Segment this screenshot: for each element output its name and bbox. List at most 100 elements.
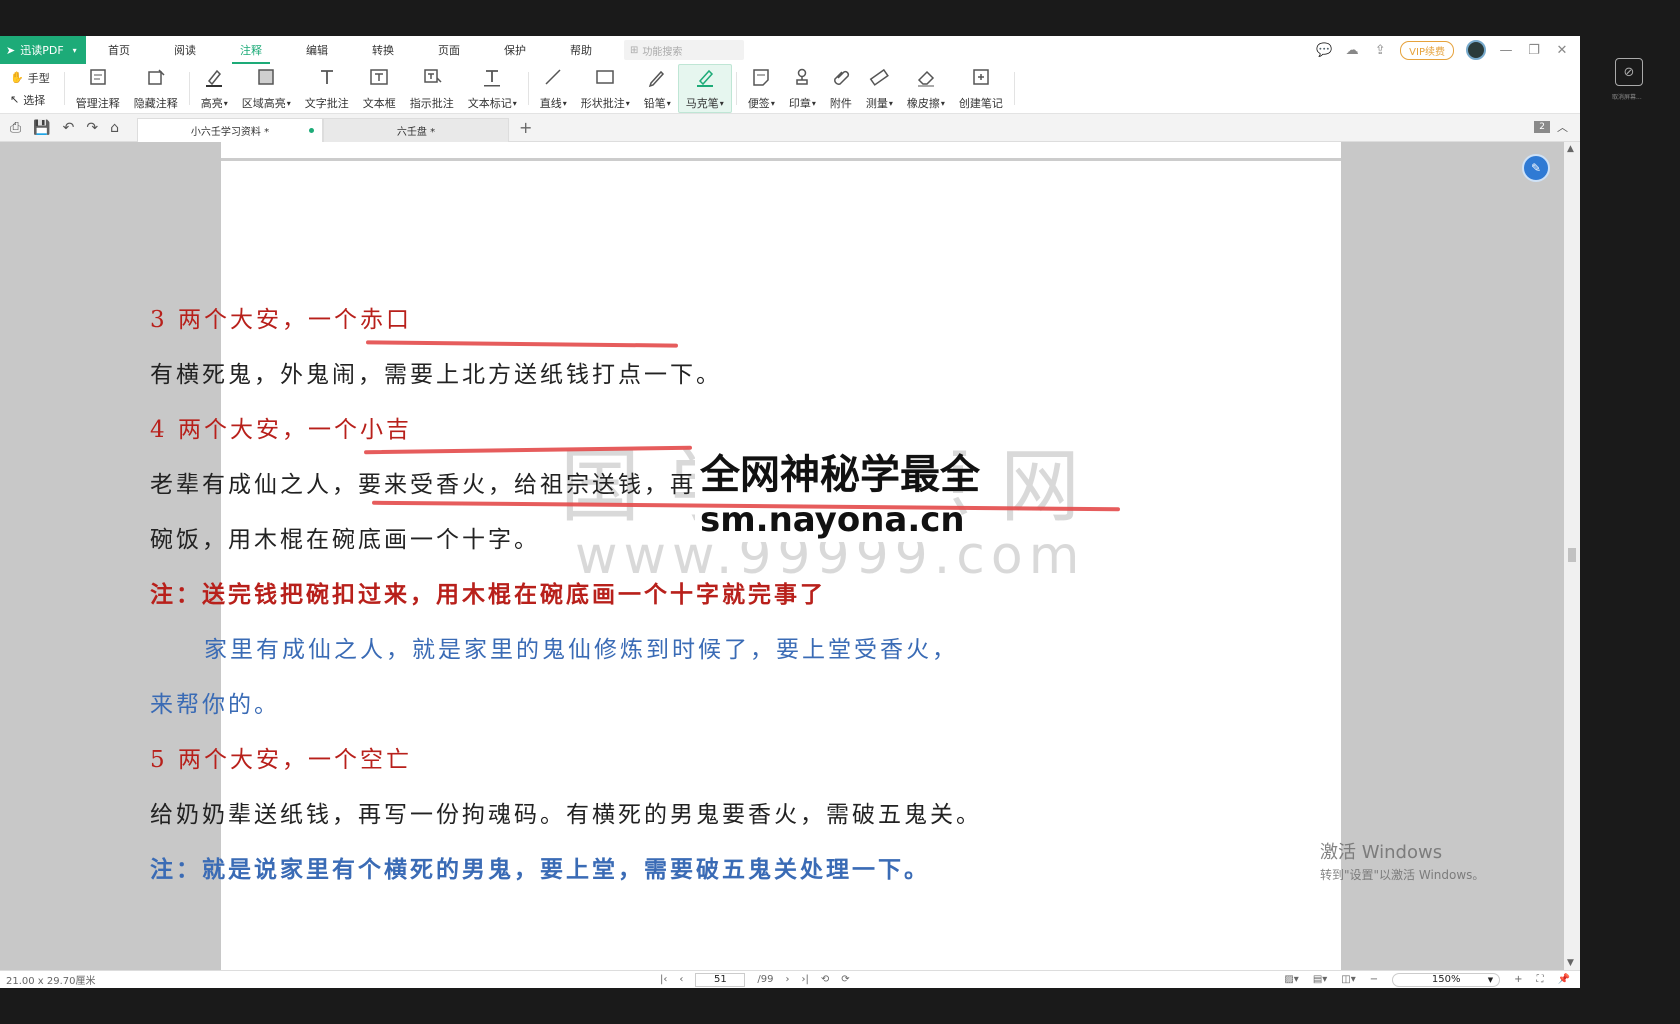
- share-icon[interactable]: ⇪: [1372, 42, 1388, 58]
- app-menu-button[interactable]: ➤ 迅读PDF ▾: [0, 36, 86, 64]
- prev-page-icon[interactable]: ‹: [679, 974, 683, 985]
- screen-capture-icon[interactable]: ⊘: [1615, 58, 1643, 86]
- first-page-icon[interactable]: |‹: [660, 974, 667, 985]
- chevron-up-icon[interactable]: ︿: [1557, 119, 1568, 135]
- tool-pencil-button[interactable]: 铅笔 ▾: [637, 64, 678, 113]
- tool-eraser-button[interactable]: 橡皮擦 ▾: [900, 64, 952, 113]
- tool-callout-button[interactable]: 指示批注: [403, 64, 461, 113]
- tool-label-wrap: 铅笔 ▾: [644, 95, 671, 111]
- doc-line-11: 注：就是说家里有个横死的男鬼，要上堂，需要破五鬼关处理一下。: [150, 856, 930, 883]
- menu-protect[interactable]: 保护: [482, 36, 548, 64]
- print-icon[interactable]: ⎙: [10, 120, 21, 136]
- tool-label: 隐藏注释: [133, 97, 178, 110]
- menu-page[interactable]: 页面: [416, 36, 482, 64]
- restore-icon[interactable]: ❐: [1526, 42, 1542, 58]
- menu-convert[interactable]: 转换: [350, 36, 416, 64]
- background-color-icon[interactable]: ▨▾: [1284, 974, 1298, 985]
- open-pages-badge: 2: [1534, 121, 1550, 133]
- tool-attachment-button[interactable]: 附件: [823, 64, 859, 113]
- stamp-icon: [791, 66, 813, 91]
- tool-marker-button[interactable]: 马克笔 ▾: [677, 64, 732, 113]
- tool-highlight-button[interactable]: 高亮 ▾: [194, 64, 235, 113]
- page-layout-icon[interactable]: ▤▾: [1313, 974, 1327, 985]
- scroll-down-icon[interactable]: ▼: [1567, 958, 1574, 968]
- vertical-scrollbar[interactable]: ▲ ▼: [1564, 142, 1580, 970]
- zoom-in-icon[interactable]: +: [1514, 974, 1522, 985]
- display-mode-icon[interactable]: ◫▾: [1341, 974, 1355, 985]
- scroll-up-icon[interactable]: ▲: [1567, 144, 1574, 154]
- tool-stamp-button[interactable]: 印章 ▾: [782, 64, 823, 113]
- tool-area-highlight-button[interactable]: 区域高亮 ▾: [235, 64, 298, 113]
- tab-liuren-pan[interactable]: 六壬盘 *: [323, 117, 509, 142]
- activation-title: 激活 Windows: [1320, 842, 1443, 863]
- tool-create-note-button[interactable]: 创建笔记: [952, 64, 1010, 113]
- page-number-input[interactable]: 51: [695, 972, 746, 987]
- select-tool-button[interactable]: ↖ 选择: [10, 92, 50, 108]
- menu-edit[interactable]: 编辑: [284, 36, 350, 64]
- tool-shape-button[interactable]: 形状批注 ▾: [574, 64, 637, 113]
- tool-label-wrap: 管理注释: [76, 95, 120, 111]
- zoom-out-icon[interactable]: −: [1370, 974, 1378, 985]
- tool-measure-button[interactable]: 测量 ▾: [859, 64, 900, 113]
- menu-help[interactable]: 帮助: [548, 36, 614, 64]
- chevron-down-icon: ▾: [719, 98, 724, 108]
- pin-icon[interactable]: 📌: [1558, 974, 1570, 985]
- tool-label-wrap: 文本标记 ▾: [468, 95, 517, 111]
- zoom-value: 150%: [1431, 974, 1461, 985]
- undo-icon[interactable]: ↶: [63, 120, 75, 136]
- callout-icon: [421, 66, 443, 91]
- quick-access-toolbar: ⎙ 💾 ↶ ↷ ⌂: [0, 120, 137, 136]
- tool-label-wrap: 附件: [830, 95, 852, 111]
- tool-label-wrap: 印章 ▾: [789, 95, 816, 111]
- doc-line-3: 4 两个大安，一个小吉: [150, 417, 412, 443]
- save-icon[interactable]: 💾: [33, 120, 50, 136]
- tool-hide-annotations-button[interactable]: 隐藏注释: [127, 64, 185, 113]
- cloud-icon[interactable]: ☁: [1344, 42, 1360, 58]
- zoom-select[interactable]: 150% ▼: [1392, 972, 1501, 987]
- tool-sticky-note-button[interactable]: 便签 ▾: [741, 64, 782, 113]
- tool-text-markup-button[interactable]: 文本标记 ▾: [461, 64, 524, 113]
- menu-read[interactable]: 阅读: [152, 36, 218, 64]
- document-viewport[interactable]: 国学资源网 www.99999.com 3 两个大安，一个赤口 有横死鬼，外鬼闹…: [0, 142, 1564, 970]
- tool-label: 便签: [747, 97, 770, 110]
- tab-xiaoliuren-materials[interactable]: 小六壬学习资料 *: [137, 117, 323, 142]
- tool-text-comment-button[interactable]: 文字批注: [298, 64, 356, 113]
- chat-icon[interactable]: 💬: [1316, 42, 1332, 58]
- tool-label-wrap: 马克笔 ▾: [686, 95, 724, 111]
- menu-annotate[interactable]: 注释: [218, 36, 284, 64]
- floating-assistant-icon[interactable]: ✎: [1522, 154, 1550, 182]
- home-icon[interactable]: ⌂: [110, 120, 119, 136]
- chevron-down-icon: ▾: [72, 45, 77, 55]
- add-tab-icon[interactable]: +: [519, 118, 532, 137]
- tool-line-button[interactable]: 直线 ▾: [533, 64, 574, 113]
- hand-tool-button[interactable]: ✋ 手型: [10, 70, 50, 86]
- rotate-left-icon[interactable]: ⟲: [821, 974, 829, 985]
- title-actions: 💬 ☁ ⇪ VIP续费 — ❐ ✕: [1316, 40, 1580, 60]
- vip-renew-button[interactable]: VIP续费: [1400, 40, 1454, 60]
- rotate-right-icon[interactable]: ⟳: [841, 974, 849, 985]
- side-panel-label: 取消屏幕...: [1612, 94, 1642, 101]
- unsaved-dot-icon: [309, 127, 314, 133]
- close-icon[interactable]: ✕: [1554, 42, 1570, 58]
- chevron-down-icon: ▾: [512, 98, 517, 108]
- tool-manage-annotations-button[interactable]: 管理注释: [69, 64, 127, 113]
- fullscreen-icon[interactable]: ⛶: [1537, 974, 1544, 985]
- scrollbar-thumb[interactable]: [1568, 548, 1576, 562]
- function-search-input[interactable]: ⊞ 功能搜索: [624, 40, 744, 60]
- eraser-icon: [915, 66, 937, 91]
- minimize-icon[interactable]: —: [1498, 42, 1514, 58]
- redo-icon[interactable]: ↷: [86, 120, 98, 136]
- tool-label: 文本框: [362, 97, 396, 110]
- tool-textbox-button[interactable]: 文本框: [356, 64, 403, 113]
- last-page-icon[interactable]: ›|: [801, 974, 808, 985]
- text-comment-icon: [316, 66, 338, 91]
- next-page-icon[interactable]: ›: [785, 974, 789, 985]
- menu-home[interactable]: 首页: [86, 36, 152, 64]
- tool-label-wrap: 便签 ▾: [748, 95, 775, 111]
- doc-line-2: 有横死鬼，外鬼闹，需要上北方送纸钱打点一下。: [150, 362, 722, 388]
- tab-label: 六壬盘 *: [396, 126, 436, 138]
- measure-icon: [868, 66, 890, 91]
- tool-label-wrap: 区域高亮 ▾: [242, 95, 291, 111]
- avatar[interactable]: [1466, 40, 1486, 60]
- annotation-ribbon: ✋ 手型 ↖ 选择 管理注释 隐藏注释 高亮 ▾ 区域高亮 ▾ 文字批注 文本框 指示批注 文本标…: [0, 64, 1580, 114]
